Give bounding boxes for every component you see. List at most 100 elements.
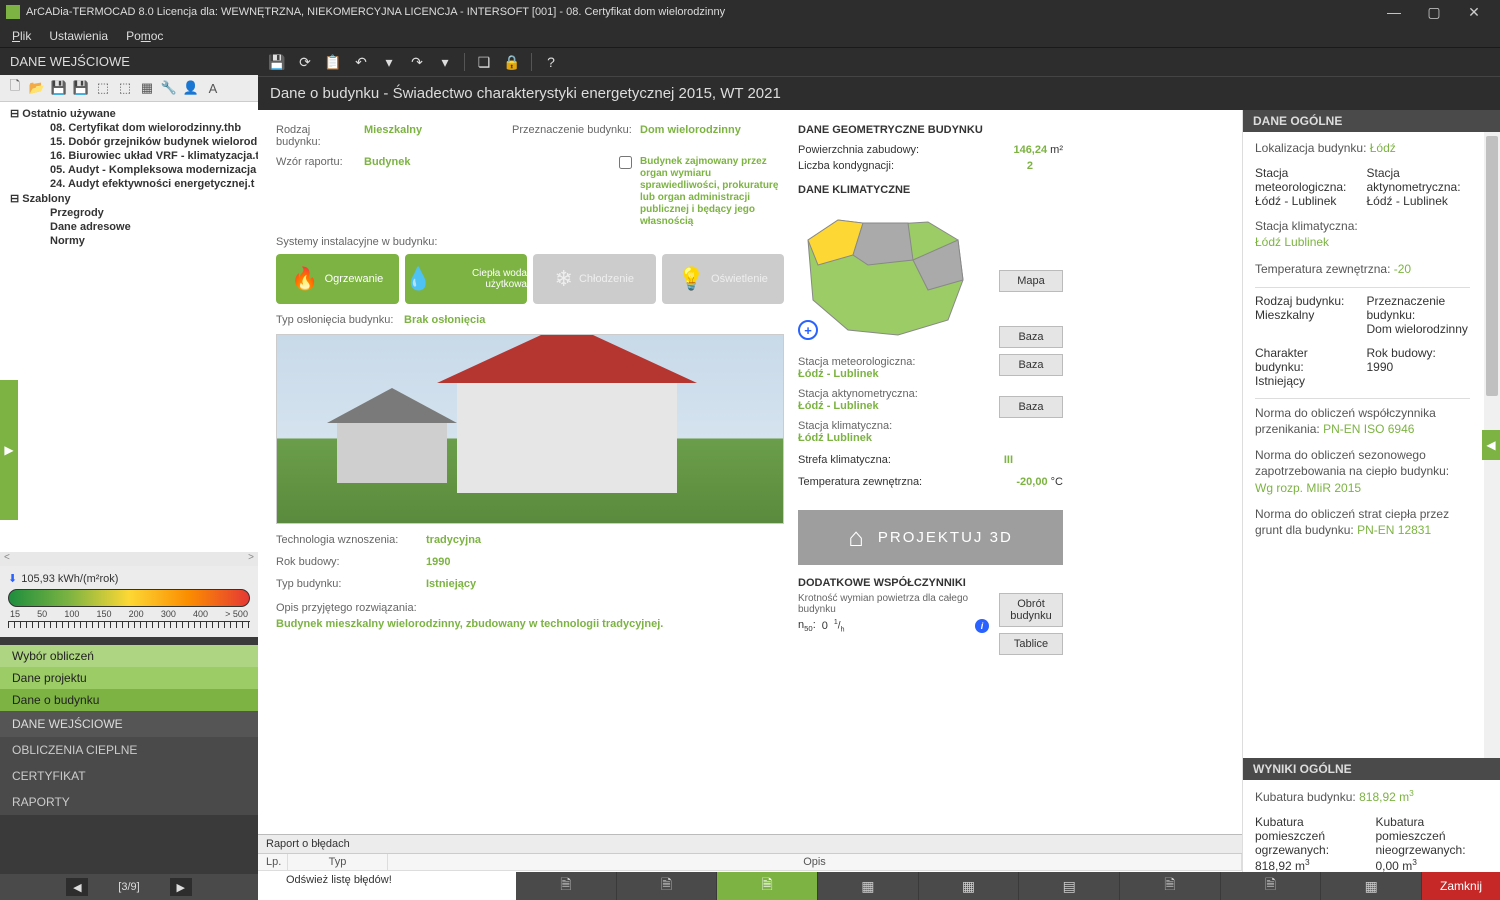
person-icon[interactable]: 👤 <box>182 79 200 97</box>
temp-value[interactable]: -20,00 <box>1016 476 1047 488</box>
strefa-value[interactable]: III <box>1004 454 1063 466</box>
redo-drop-icon[interactable]: ▾ <box>436 53 454 71</box>
building-image <box>276 334 784 524</box>
bb-seg-7[interactable]: 🗎 <box>1120 872 1221 900</box>
tree-item[interactable]: 15. Dobór grzejników budynek wielorod <box>0 135 258 149</box>
close-window-button[interactable]: ✕ <box>1454 0 1494 24</box>
maximize-button[interactable]: ▢ <box>1414 0 1454 24</box>
osloniecie-value[interactable]: Brak osłonięcia <box>404 314 485 326</box>
rok-value[interactable]: 1990 <box>426 556 450 568</box>
save-as-icon[interactable]: 💾 <box>72 79 90 97</box>
top-toolbar: 💾 ⟳ 📋 ↶ ▾ ↷ ▾ ❏ 🔒 ? <box>258 48 1500 76</box>
przezn-long: Budynek zajmowany przez organ wymiaru sp… <box>640 156 784 228</box>
sys-chlodzenie[interactable]: ❄Chłodzenie <box>533 254 656 304</box>
projektuj-3d-button[interactable]: ⌂ PROJEKTUJ 3D <box>798 510 1063 565</box>
wzor-value[interactable]: Budynek <box>364 156 504 228</box>
bb-seg-6[interactable]: ▤ <box>1019 872 1120 900</box>
import-icon[interactable]: ⬚ <box>116 79 134 97</box>
edge-tab-left[interactable]: ▶ <box>0 380 18 520</box>
tree-hscroll[interactable]: <> <box>0 552 258 566</box>
n50-label: n50: <box>798 619 816 633</box>
typ-value[interactable]: Istniejący <box>426 578 476 590</box>
font-icon[interactable]: A <box>204 79 222 97</box>
edge-tab-right[interactable]: ◀ <box>1482 430 1500 460</box>
nav-dane-projektu[interactable]: Dane projektu <box>0 667 258 689</box>
opis-value[interactable]: Budynek mieszkalny wielorodzinny, zbudow… <box>276 618 784 630</box>
menu-file[interactable]: Plik <box>12 29 31 43</box>
lock-icon[interactable]: 🔒 <box>503 53 521 71</box>
clipboard-icon[interactable]: 📋 <box>324 53 342 71</box>
undo-icon[interactable]: ↶ <box>352 53 370 71</box>
menu-settings[interactable]: Ustawienia <box>49 29 108 43</box>
open-file-icon[interactable]: 📂 <box>28 79 46 97</box>
project-tree[interactable]: ⊟ Ostatnio używane 08. Certyfikat dom wi… <box>0 102 258 552</box>
bb-seg-4[interactable]: ▦ <box>818 872 919 900</box>
tree-item[interactable]: Normy <box>0 234 258 248</box>
obrot-button[interactable]: Obrót budynku <box>999 593 1063 627</box>
zamknij-button[interactable]: Zamknij <box>1422 872 1500 900</box>
tree-item[interactable]: Dane adresowe <box>0 220 258 234</box>
sys-cwu[interactable]: 💧Ciepła woda użytkowa <box>405 254 528 304</box>
nav-group-obliczenia[interactable]: OBLICZENIA CIEPLNE <box>0 737 258 763</box>
przezn-value[interactable]: Dom wielorodzinny <box>640 124 784 148</box>
baza-button-1[interactable]: Baza <box>999 326 1063 348</box>
grid-icon[interactable]: ▦ <box>138 79 156 97</box>
sys-ogrzewanie[interactable]: 🔥Ogrzewanie <box>276 254 399 304</box>
tech-value[interactable]: tradycyjna <box>426 534 481 546</box>
redo-icon[interactable]: ↷ <box>408 53 426 71</box>
nav-group-dane-wejsciowe[interactable]: DANE WEJŚCIOWE <box>0 711 258 737</box>
kond-value[interactable]: 2 <box>1027 160 1063 172</box>
bb-seg-1[interactable]: 🗎 <box>516 872 617 900</box>
bottom-bar: 🗎 🗎 🗎 ▦ ▦ ▤ 🗎 🗎 ▦ Zamknij <box>516 872 1500 900</box>
save-icon[interactable]: 💾 <box>268 53 286 71</box>
sys-oswietlenie[interactable]: 💡Oświetlenie <box>662 254 785 304</box>
baza-button-3[interactable]: Baza <box>999 396 1063 418</box>
mapa-button[interactable]: Mapa <box>999 270 1063 292</box>
wrench-icon[interactable]: 🔧 <box>160 79 178 97</box>
help-icon[interactable]: ? <box>542 53 560 71</box>
st-meteo-value[interactable]: Łódź - Lublinek <box>798 368 989 380</box>
n50-value[interactable]: 0 <box>822 620 828 632</box>
bb-seg-3[interactable]: 🗎 <box>717 872 818 900</box>
menu-help[interactable]: Pomoc <box>126 29 163 43</box>
export-icon[interactable]: ⬚ <box>94 79 112 97</box>
nav-dane-o-budynku[interactable]: Dane o budynku <box>0 689 258 711</box>
zoom-map-icon[interactable]: + <box>798 320 818 340</box>
undo-drop-icon[interactable]: ▾ <box>380 53 398 71</box>
tree-recent[interactable]: ⊟ Ostatnio używane <box>0 106 258 121</box>
poland-map[interactable]: + <box>798 210 968 340</box>
info-icon[interactable]: i <box>975 619 989 633</box>
tree-item[interactable]: 05. Audyt - Kompleksowa modernizacja <box>0 163 258 177</box>
bb-seg-2[interactable]: 🗎 <box>617 872 718 900</box>
tree-item[interactable]: 08. Certyfikat dom wielorodzinny.thb <box>0 121 258 135</box>
pager-prev[interactable]: ◀ <box>66 878 88 896</box>
save-icon[interactable]: 💾 <box>50 79 68 97</box>
tree-item[interactable]: 24. Audyt efektywności energetycznej.t <box>0 177 258 191</box>
tree-item[interactable]: Przegrody <box>0 206 258 220</box>
nav-group-certyfikat[interactable]: CERTYFIKAT <box>0 763 258 789</box>
klim-header: DANE KLIMATYCZNE <box>798 184 1063 196</box>
strefa-label: Strefa klimatyczna: <box>798 454 891 466</box>
nav-wybor-obliczen[interactable]: Wybór obliczeń <box>0 645 258 667</box>
refresh-icon[interactable]: ⟳ <box>296 53 314 71</box>
st-akt-value[interactable]: Łódź - Lublinek <box>798 400 989 412</box>
org-checkbox[interactable] <box>619 156 632 169</box>
typ-label: Typ budynku: <box>276 578 406 590</box>
tablice-button[interactable]: Tablice <box>999 633 1063 655</box>
nav-group-raporty[interactable]: RAPORTY <box>0 789 258 815</box>
bb-seg-9[interactable]: ▦ <box>1321 872 1422 900</box>
pow-value[interactable]: 146,24 <box>1013 144 1047 156</box>
layers-icon[interactable]: ❏ <box>475 53 493 71</box>
new-file-icon[interactable]: 🗋 <box>6 79 24 97</box>
tree-item[interactable]: 16. Biurowiec układ VRF - klimatyzacja.t <box>0 149 258 163</box>
pager-next[interactable]: ▶ <box>170 878 192 896</box>
menubar: Plik Ustawienia Pomoc <box>0 24 1500 48</box>
bb-seg-5[interactable]: ▦ <box>919 872 1020 900</box>
st-klim-value[interactable]: Łódź Lublinek <box>798 432 989 444</box>
tree-templates[interactable]: ⊟ Szablony <box>0 191 258 206</box>
baza-button-2[interactable]: Baza <box>999 354 1063 376</box>
minimize-button[interactable]: — <box>1374 0 1414 24</box>
rodzaj-value[interactable]: Mieszkalny <box>364 124 504 148</box>
bb-seg-8[interactable]: 🗎 <box>1221 872 1322 900</box>
gauge-bar <box>8 589 250 607</box>
